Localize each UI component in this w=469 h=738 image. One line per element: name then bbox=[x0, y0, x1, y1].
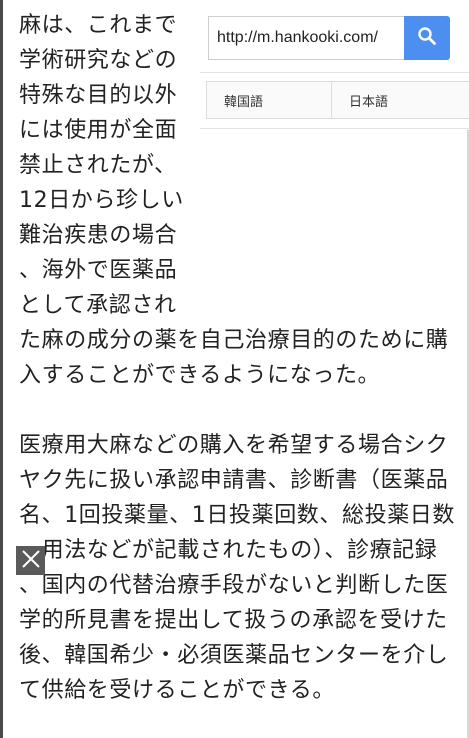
tab-japanese[interactable]: 日本語 bbox=[332, 82, 469, 118]
search-button[interactable] bbox=[404, 16, 450, 60]
language-tabs: 韓国語 日本語 bbox=[206, 81, 469, 119]
close-icon bbox=[21, 549, 41, 573]
translation-widget: 韓国語 日本語 bbox=[200, 0, 469, 130]
tab-korean[interactable]: 韓国語 bbox=[207, 82, 332, 118]
url-input[interactable] bbox=[209, 17, 404, 59]
article-paragraph-2: 医療用大麻などの購入を希望する場合シクヤク先に扱い承認申請書、診断書（医薬品名、… bbox=[19, 433, 455, 703]
url-field-box[interactable] bbox=[208, 16, 404, 60]
widget-bottom-border bbox=[200, 128, 469, 129]
widget-divider bbox=[200, 72, 469, 73]
close-overlay-button[interactable] bbox=[16, 546, 45, 575]
search-icon bbox=[417, 26, 437, 50]
left-edge-rule bbox=[0, 0, 3, 738]
